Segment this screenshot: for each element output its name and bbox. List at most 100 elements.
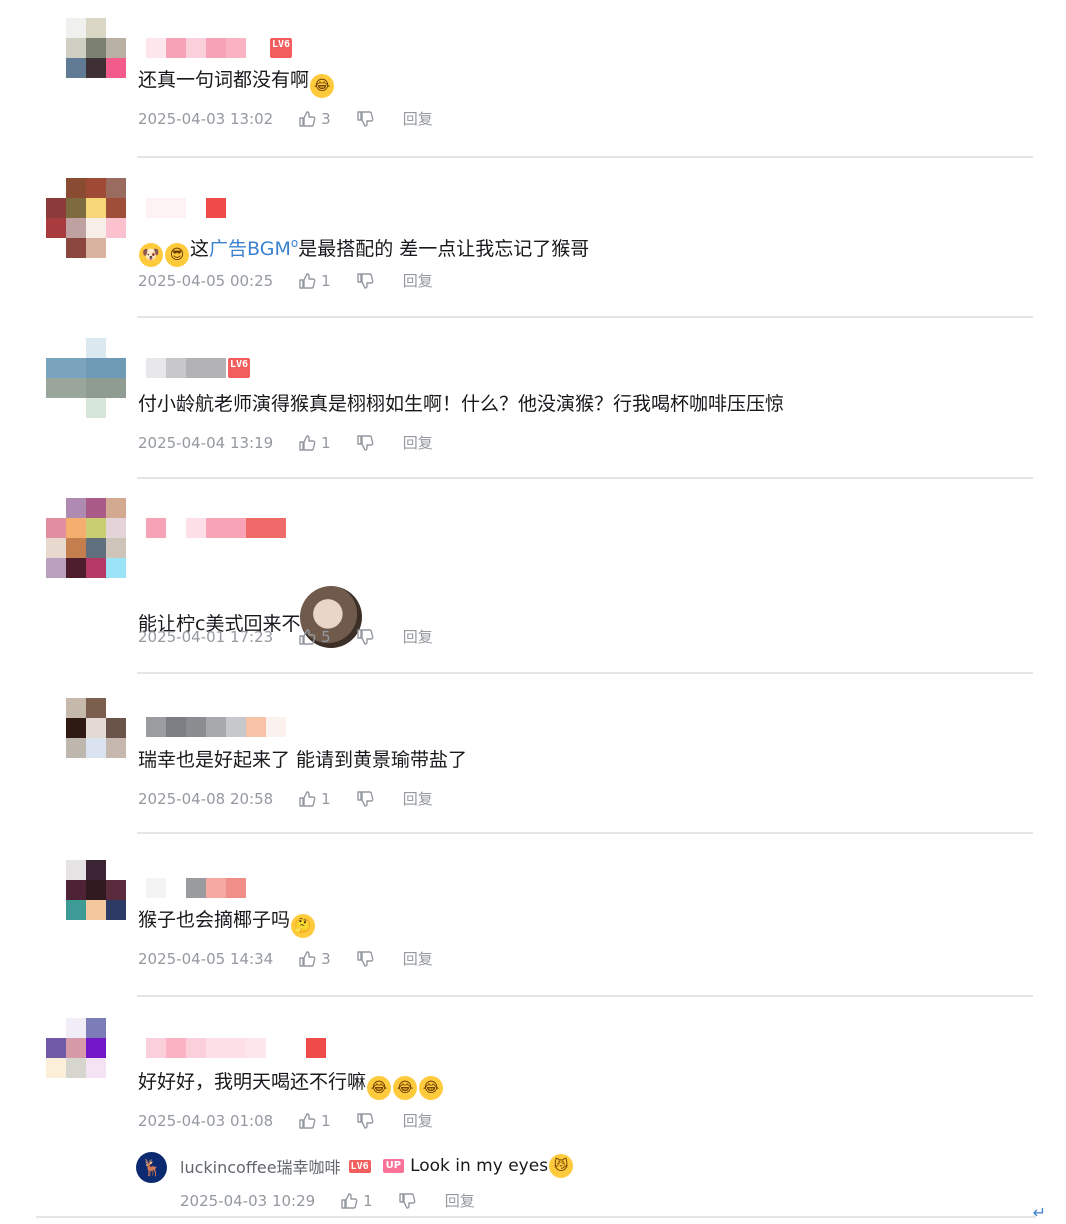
timestamp: 2025-04-03 10:29 xyxy=(180,1191,316,1210)
avatar[interactable] xyxy=(46,698,126,778)
like-button[interactable]: 1 xyxy=(297,1111,333,1131)
username[interactable] xyxy=(146,518,286,538)
divider xyxy=(137,477,1033,479)
level-badge: LV6 xyxy=(228,358,251,378)
comment-text-start: 这 xyxy=(190,238,210,260)
timestamp: 2025-04-04 13:19 xyxy=(138,433,274,452)
comment-meta: 2025-04-03 01:08 1 回复 xyxy=(138,1110,455,1131)
reply-meta: 2025-04-03 10:29 1 回复 xyxy=(180,1190,497,1211)
like-count: 3 xyxy=(321,109,331,128)
comment-text-body: 还真一句词都没有啊 xyxy=(138,69,310,91)
username[interactable]: LV6 xyxy=(146,358,251,378)
keyword-link[interactable]: 广告BGM xyxy=(209,238,291,260)
like-count: 1 xyxy=(321,1111,331,1130)
thumb-up-icon xyxy=(341,1192,358,1209)
username[interactable]: LV6 xyxy=(146,38,293,58)
avatar[interactable] xyxy=(46,18,126,98)
laugh-cry-emoji-icon: 😂 xyxy=(419,1076,444,1100)
sub-reply-line: luckincoffee瑞幸咖啡 LV6 UP Look in my eyes … xyxy=(180,1154,574,1178)
reply-button[interactable]: 回复 xyxy=(403,270,433,291)
divider xyxy=(137,156,1033,158)
divider xyxy=(137,995,1033,997)
level-badge: LV6 xyxy=(348,1159,371,1173)
comment-meta: 2025-04-05 14:34 3 回复 xyxy=(138,948,455,969)
divider xyxy=(137,316,1033,318)
dislike-button[interactable] xyxy=(355,627,381,647)
comment-text-end: 是最搭配的 差一点让我忘记了猴哥 xyxy=(298,238,590,260)
level-badge: LV6 xyxy=(270,38,293,58)
dislike-button[interactable] xyxy=(355,109,381,129)
thumb-up-icon xyxy=(299,1112,316,1129)
thumb-up-icon xyxy=(299,628,316,645)
like-button[interactable]: 1 xyxy=(297,789,333,809)
divider xyxy=(137,672,1033,674)
thumb-down-icon xyxy=(357,790,374,807)
sunglasses-emoji-icon: 😎 xyxy=(165,243,189,267)
like-count: 1 xyxy=(363,1191,373,1210)
dislike-button[interactable] xyxy=(397,1191,423,1211)
avatar[interactable] xyxy=(46,178,126,258)
dislike-button[interactable] xyxy=(355,433,381,453)
thinking-emoji-icon: 🤔 xyxy=(291,914,316,938)
comment-text-body: 付小龄航老师演得猴真是栩栩如生啊！什么？他没演猴？行我喝杯咖啡压压惊 xyxy=(138,393,785,415)
comment-text-body: 瑞幸也是好起来了 能请到黄景瑜带盐了 xyxy=(138,749,468,771)
avatar[interactable] xyxy=(46,498,126,578)
comment-text: 瑞幸也是好起来了 能请到黄景瑜带盐了 xyxy=(138,746,467,774)
like-button[interactable]: 1 xyxy=(297,271,333,291)
dislike-button[interactable] xyxy=(355,271,381,291)
return-arrow-icon: ↵ xyxy=(1032,1203,1046,1222)
like-button[interactable]: 3 xyxy=(297,109,333,129)
bottom-divider xyxy=(36,1216,1036,1218)
timestamp: 2025-04-01 17:23 xyxy=(138,627,274,646)
reply-button[interactable]: 回复 xyxy=(403,948,433,969)
reply-button[interactable]: 回复 xyxy=(445,1190,475,1211)
like-button[interactable]: 3 xyxy=(297,949,333,969)
username[interactable] xyxy=(146,717,286,737)
cat-smirk-emoji-icon: 😼 xyxy=(549,1154,574,1178)
comment-meta: 2025-04-08 20:58 1 回复 xyxy=(138,788,455,809)
comment-text: 猴子也会摘椰子吗 🤔 xyxy=(138,906,316,938)
comment-text: 付小龄航老师演得猴真是栩栩如生啊！什么？他没演猴？行我喝杯咖啡压压惊 xyxy=(138,390,784,418)
username[interactable] xyxy=(146,1038,326,1058)
laugh-cry-emoji-icon: 😂 xyxy=(393,1076,418,1100)
reply-button[interactable]: 回复 xyxy=(403,1110,433,1131)
username[interactable] xyxy=(146,198,226,218)
avatar[interactable] xyxy=(46,1018,126,1098)
avatar[interactable] xyxy=(46,860,126,940)
dislike-button[interactable] xyxy=(355,1111,381,1131)
comment-meta: 2025-04-01 17:23 5 回复 xyxy=(138,626,455,647)
like-count: 1 xyxy=(321,271,331,290)
divider xyxy=(137,832,1033,834)
like-count: 3 xyxy=(321,949,331,968)
laugh-cry-emoji-icon: 😂 xyxy=(367,1076,392,1100)
reply-button[interactable]: 回复 xyxy=(403,108,433,129)
like-count: 1 xyxy=(321,433,331,452)
comment-text-body: 好好好，我明天喝还不行嘛 xyxy=(138,1071,367,1093)
thumb-down-icon xyxy=(357,628,374,645)
comment-text: 还真一句词都没有啊 😂 xyxy=(138,66,335,98)
luckin-deer-logo-icon[interactable]: 🦌 xyxy=(136,1152,167,1183)
comment-meta: 2025-04-05 00:25 1 回复 xyxy=(138,270,455,291)
timestamp: 2025-04-03 01:08 xyxy=(138,1111,274,1130)
timestamp: 2025-04-08 20:58 xyxy=(138,789,274,808)
like-button[interactable]: 1 xyxy=(297,433,333,453)
up-badge: UP xyxy=(382,1159,405,1173)
reply-button[interactable]: 回复 xyxy=(403,788,433,809)
thumb-down-icon xyxy=(357,272,374,289)
reply-button[interactable]: 回复 xyxy=(403,626,433,647)
dislike-button[interactable] xyxy=(355,789,381,809)
like-button[interactable]: 1 xyxy=(339,1191,375,1211)
username[interactable] xyxy=(146,878,246,898)
reply-username[interactable]: luckincoffee瑞幸咖啡 xyxy=(180,1154,341,1178)
reply-button[interactable]: 回复 xyxy=(403,432,433,453)
doge-emoji-icon: 🐶 xyxy=(139,243,163,267)
timestamp: 2025-04-05 14:34 xyxy=(138,949,274,968)
thumb-down-icon xyxy=(357,110,374,127)
dislike-button[interactable] xyxy=(355,949,381,969)
avatar[interactable] xyxy=(46,338,126,418)
like-count: 5 xyxy=(321,627,331,646)
thumb-up-icon xyxy=(299,950,316,967)
thumb-up-icon xyxy=(299,272,316,289)
like-button[interactable]: 5 xyxy=(297,627,333,647)
thumb-up-icon xyxy=(299,434,316,451)
